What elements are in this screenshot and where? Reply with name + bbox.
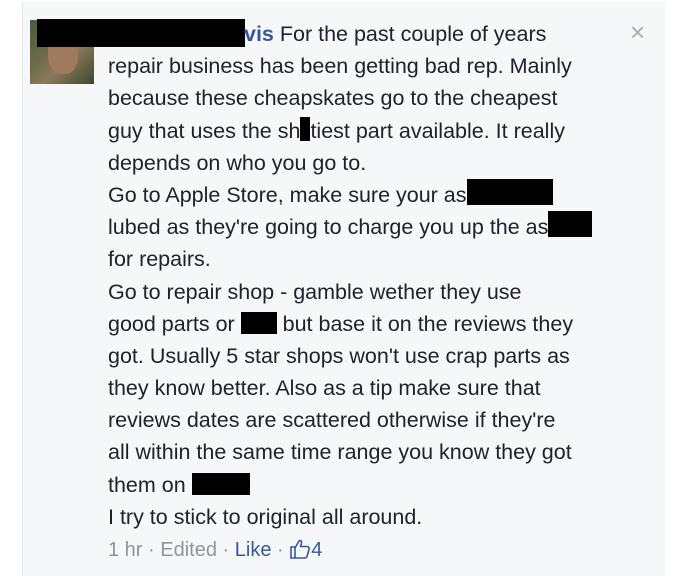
comment-text: Go to Apple Store, make sure your as (108, 182, 467, 207)
redaction-box (240, 311, 277, 334)
comment-line: I try to stick to original all around. (108, 501, 638, 533)
comment-text: Go to repair shop - gamble wether they u… (108, 279, 522, 304)
comment-footer: 1 hr · Edited · Like · 4 (108, 538, 322, 566)
redaction-box (466, 178, 553, 205)
thumbs-up-icon[interactable] (289, 538, 311, 566)
comment-text: got. Usually 5 star shops won't use crap… (108, 343, 570, 368)
comment-text: good parts or (108, 311, 241, 336)
comment-line: because these cheapskates go to the chea… (108, 82, 638, 114)
comment-line: all within the same time range you know … (108, 436, 638, 468)
comment-text: depends on who you go to. (108, 150, 367, 175)
comment-line: them on (108, 469, 638, 501)
comment-text: For the past couple of years (279, 22, 547, 46)
separator: · (142, 539, 161, 561)
author-name-link[interactable]: vis (244, 22, 274, 46)
comment-text: because these cheapskates go to the chea… (108, 86, 558, 111)
comment-line: Go to Apple Store, make sure your as (108, 178, 638, 211)
comment-line: reviews dates are scattered otherwise if… (108, 404, 638, 436)
comment-line: got. Usually 5 star shops won't use crap… (108, 340, 638, 372)
comment-line: guy that uses the sh tiest part available… (108, 115, 638, 147)
comment-line: depends on who you go to. (108, 147, 638, 179)
separator: · (216, 539, 235, 561)
comment-line: they know better. Also as a tip make sur… (108, 372, 638, 404)
redaction-box (548, 211, 593, 238)
comment-text: for repairs. (108, 247, 211, 272)
comment-text: guy that uses the sh (108, 118, 301, 143)
comment-text: all within the same time range you know … (108, 440, 572, 465)
comment-text: I try to stick to original all around. (108, 504, 423, 529)
comment-text: tiest part available. It really (310, 118, 565, 143)
edited-link[interactable]: Edited (160, 539, 217, 561)
comment-line: repair business has been getting bad rep… (108, 50, 638, 82)
comment-text: them on (108, 472, 192, 497)
redaction-box (191, 472, 250, 495)
timestamp[interactable]: 1 hr (108, 539, 142, 561)
like-button[interactable]: Like (235, 539, 272, 561)
comment-line: lubed as they're going to charge you up … (108, 211, 638, 243)
comment-line: good parts or but base it on the reviews… (108, 308, 638, 340)
redaction-box (300, 116, 311, 141)
like-count[interactable]: 4 (311, 539, 322, 561)
comment-text: they know better. Also as a tip make sur… (108, 376, 541, 401)
comment-line: Go to repair shop - gamble wether they u… (108, 276, 638, 308)
comment-line: vis For the past couple of years (108, 18, 638, 50)
comment-line: for repairs. (108, 243, 638, 275)
comment-text: lubed as they're going to charge you up … (108, 215, 549, 240)
separator: · (271, 539, 290, 561)
comment-text: reviews dates are scattered otherwise if… (108, 408, 556, 433)
comment-body: vis For the past couple of years repair … (108, 18, 638, 533)
comment-text: but base it on the reviews they (276, 311, 574, 336)
comment-text: repair business has been getting bad rep… (108, 54, 572, 79)
